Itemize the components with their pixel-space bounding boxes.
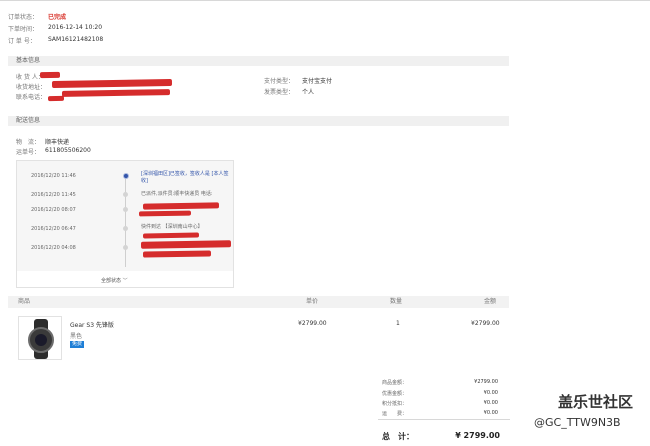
timeline-dot bbox=[123, 226, 128, 231]
summary-label: 优惠金额： bbox=[382, 391, 408, 397]
redaction-mark bbox=[142, 250, 212, 258]
product-thumbnail[interactable] bbox=[18, 316, 62, 360]
column-header: 数量 bbox=[390, 298, 403, 305]
timeline-dot bbox=[123, 207, 128, 212]
summary-label: 积分抵扣： bbox=[382, 401, 408, 407]
timeline-dot bbox=[123, 245, 128, 250]
summary-value: ¥2799.00 bbox=[474, 379, 498, 385]
carrier-value: 顺丰快递 bbox=[45, 139, 70, 146]
redaction-mark bbox=[47, 95, 65, 102]
address-label: 收货地址： bbox=[16, 84, 47, 91]
timeline-line bbox=[125, 175, 126, 267]
timeline-event-desc: [深圳福田区]已签收，签收人是 [本人签收] bbox=[141, 171, 229, 184]
timeline-dot-current bbox=[123, 173, 129, 179]
order-status-value: 已完成 bbox=[48, 14, 67, 21]
tracking-label: 运单号： bbox=[16, 149, 41, 156]
order-status-label: 订单状态： bbox=[8, 14, 39, 21]
order-number-label: 订 单 号： bbox=[8, 38, 36, 45]
column-header: 单价 bbox=[306, 298, 319, 305]
invoice-type-value: 个人 bbox=[302, 89, 315, 96]
watermark-brand: 盖乐世社区 bbox=[558, 393, 634, 411]
payment-type-value: 支付宝支付 bbox=[302, 78, 333, 85]
column-header: 金额 bbox=[484, 298, 497, 305]
timeline-event-time: 2016/12/20 11:46 bbox=[31, 173, 76, 179]
summary-value: ¥0.00 bbox=[483, 400, 498, 406]
timeline-event-time: 2016/12/20 08:07 bbox=[31, 207, 76, 213]
shipping-section-header: 配送信息 bbox=[8, 116, 509, 126]
total-value: ¥ 2799.00 bbox=[455, 431, 500, 440]
redaction-mark bbox=[51, 78, 173, 89]
column-header: 商品 bbox=[18, 298, 31, 305]
total-label: 总 计： bbox=[382, 432, 414, 441]
basic-info-section-header: 基本信息 bbox=[8, 56, 509, 66]
tracking-timeline-panel: 2016/12/20 11:46 [深圳福田区]已签收，签收人是 [本人签收] … bbox=[16, 160, 234, 288]
summary-divider bbox=[378, 419, 510, 420]
product-name-link[interactable]: Gear S3 先锋版 bbox=[70, 320, 114, 329]
phone-label: 联系电话： bbox=[16, 94, 47, 101]
top-divider bbox=[0, 0, 650, 1]
watch-face bbox=[28, 327, 54, 353]
redaction-mark bbox=[142, 202, 220, 210]
product-unit-price: ¥2799.00 bbox=[298, 320, 327, 327]
expand-all-status-link[interactable]: 全部状态 ﹀ bbox=[101, 277, 128, 284]
invoice-type-label: 发票类型： bbox=[264, 89, 295, 96]
timeline-event-time: 2016/12/20 06:47 bbox=[31, 226, 76, 232]
timeline-event-time: 2016/12/20 04:08 bbox=[31, 245, 76, 251]
order-number-value: SAM16121482108 bbox=[48, 36, 104, 43]
order-time-value: 2016-12-14 10:20 bbox=[48, 24, 103, 31]
timeline-event-time: 2016/12/20 11:45 bbox=[31, 192, 76, 198]
tracking-timeline: 2016/12/20 11:46 [深圳福田区]已签收，签收人是 [本人签收] … bbox=[17, 161, 233, 271]
watermark-handle: @GC_TTW9N3B bbox=[534, 416, 621, 429]
redaction-mark bbox=[142, 232, 200, 239]
timeline-dot bbox=[123, 192, 128, 197]
payment-type-label: 支付类型： bbox=[264, 78, 295, 85]
summary-label: 运 费： bbox=[382, 411, 408, 417]
summary-value: ¥0.00 bbox=[483, 410, 498, 416]
product-tag-badge: 免费 bbox=[70, 341, 85, 348]
timeline-event-desc: 快件到达 【深圳南山中心】 bbox=[141, 224, 203, 230]
timeline-event-desc: 已派件,派件员:顺丰快递员 电话: bbox=[141, 191, 213, 197]
product-table-header: 商品 单价 数量 金额 bbox=[8, 296, 509, 308]
redaction-mark bbox=[61, 89, 171, 97]
summary-label: 商品金额： bbox=[382, 380, 408, 386]
redaction-mark bbox=[138, 210, 192, 217]
redaction-mark bbox=[39, 71, 61, 79]
product-quantity: 1 bbox=[396, 320, 400, 327]
carrier-label: 物 流： bbox=[16, 139, 41, 146]
product-amount: ¥2799.00 bbox=[471, 320, 500, 327]
product-variant: 黑色 bbox=[70, 333, 83, 340]
order-time-label: 下单时间： bbox=[8, 26, 39, 33]
summary-value: ¥0.00 bbox=[483, 390, 498, 396]
redaction-mark bbox=[140, 240, 232, 249]
tracking-number: 611805506200 bbox=[45, 147, 91, 154]
